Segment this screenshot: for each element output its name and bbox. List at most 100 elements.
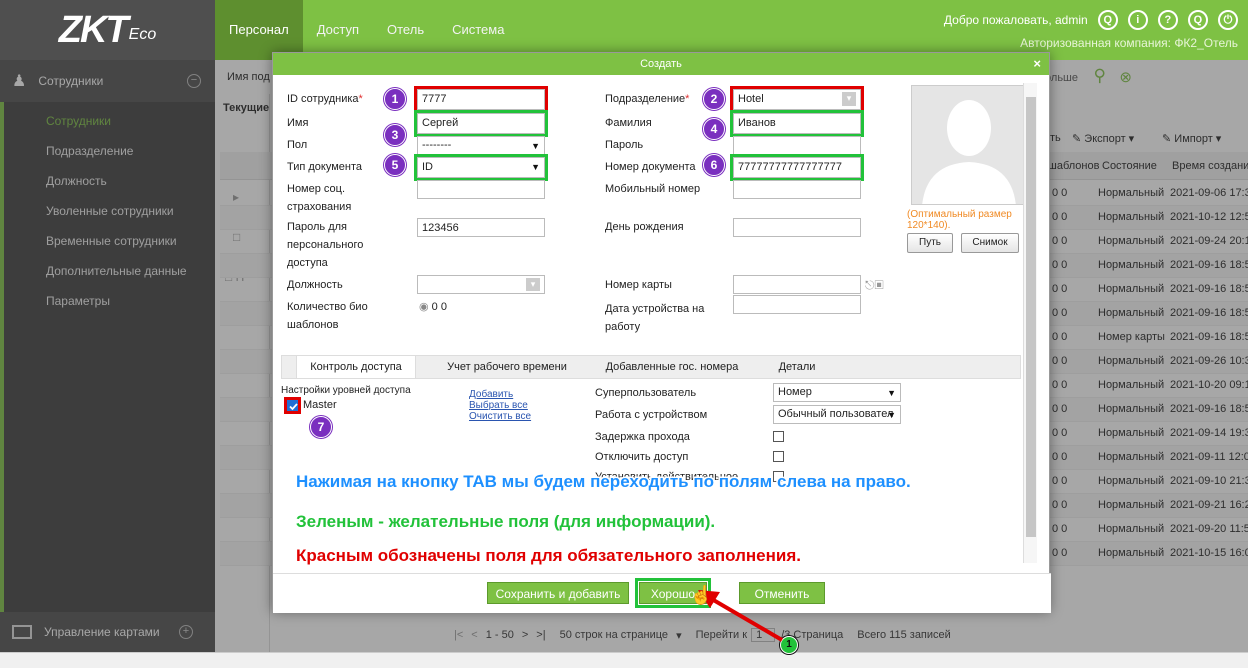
- tab-details[interactable]: Детали: [762, 356, 832, 378]
- device-role-label: Работа с устройством: [595, 409, 708, 421]
- disable-checkbox[interactable]: [773, 451, 784, 462]
- badge-5: 5: [384, 154, 406, 176]
- surname-label: Фамилия: [605, 117, 652, 129]
- ppass-label-3: доступа: [287, 257, 328, 269]
- document-type-select[interactable]: ID ▼: [414, 154, 548, 181]
- master-checkbox[interactable]: [284, 397, 301, 414]
- tab-plates[interactable]: Добавленные гос. номера: [592, 356, 752, 378]
- superuser-select[interactable]: Номер ▼: [773, 383, 901, 402]
- ppass-label-1: Пароль для: [287, 221, 348, 233]
- last-name-input[interactable]: Иванов: [730, 110, 864, 137]
- bio-label-1: Количество био: [287, 301, 368, 313]
- delay-checkbox[interactable]: [773, 431, 784, 442]
- nav-system[interactable]: Система: [438, 0, 518, 60]
- social-number-input[interactable]: [417, 180, 545, 199]
- chevron-down-icon: ▼: [887, 388, 896, 398]
- bio-label-2: шаблонов: [287, 319, 339, 331]
- department-select[interactable]: Hotel ▾: [730, 86, 864, 113]
- clear-all-link[interactable]: Очистить все: [469, 411, 531, 422]
- note-red-fields: Красным обозначены поля для обязательног…: [295, 545, 803, 567]
- badge-3: 3: [384, 124, 406, 146]
- id-label-text: ID сотрудника: [287, 93, 359, 105]
- nav-personnel[interactable]: Персонал: [215, 0, 303, 60]
- required-mark: *: [685, 93, 690, 105]
- badge-1: 1: [384, 88, 406, 110]
- password-input[interactable]: [733, 136, 861, 155]
- note-tab-order: Нажимая на кнопку TAB мы будем переходит…: [295, 471, 913, 493]
- photo-snapshot-button[interactable]: Снимок: [961, 233, 1019, 253]
- position-select[interactable]: ▾: [417, 275, 545, 294]
- fingerprint-icon: ◉: [419, 301, 429, 313]
- top-right: Добро пожаловать, admin Q i ? Q ⏻ Автори…: [944, 10, 1238, 50]
- select-all-link[interactable]: Выбрать все: [469, 400, 528, 411]
- chevron-down-icon: ▼: [887, 410, 896, 420]
- account-icon[interactable]: Q: [1187, 10, 1208, 30]
- master-label: Master: [303, 399, 337, 411]
- ppass-label-2: персонального: [287, 239, 364, 251]
- top-bar: ZKT Eco Персонал Доступ Отель Система До…: [0, 0, 1248, 60]
- id-label: ID сотрудника*: [287, 91, 363, 107]
- detail-tabs: Контроль доступа Учет рабочего времени Д…: [281, 355, 1021, 379]
- first-name-input[interactable]: Сергей: [414, 110, 548, 137]
- user-icon[interactable]: Q: [1097, 10, 1118, 30]
- mobile-label: Мобильный номер: [605, 183, 701, 195]
- device-role-select[interactable]: Обычный пользовател ▼: [773, 405, 901, 424]
- dialog-title-bar: Создать ×: [273, 53, 1049, 75]
- doc-number-label: Номер документа: [605, 161, 696, 173]
- dialog-scrollbar[interactable]: [1023, 83, 1037, 563]
- required-mark: *: [358, 93, 363, 105]
- access-levels-label: Настройки уровней доступа: [281, 385, 411, 396]
- help-icon[interactable]: ?: [1157, 10, 1178, 30]
- birthday-label: День рождения: [605, 221, 684, 233]
- employee-id-input[interactable]: 7777: [414, 86, 548, 113]
- disable-label: Отключить доступ: [595, 451, 689, 463]
- name-label: Имя: [287, 117, 309, 129]
- hire-date-input[interactable]: [733, 295, 861, 314]
- top-nav: Персонал Доступ Отель Система: [215, 0, 518, 60]
- photo-hint: (Оптимальный размер 120*140).: [907, 209, 1012, 231]
- badge-2: 2: [703, 88, 725, 110]
- photo-placeholder: [911, 85, 1025, 205]
- badge-6: 6: [703, 154, 725, 176]
- position-label: Должность: [287, 279, 343, 291]
- company-label: Авторизованная компания: ФК2_Отель: [1020, 36, 1238, 50]
- social-label-2: страхования: [287, 201, 352, 213]
- dialog-footer: Сохранить и добавить Хорошо Отменить: [273, 573, 1051, 613]
- birthday-input[interactable]: [733, 218, 861, 237]
- delay-label: Задержка прохода: [595, 431, 690, 443]
- department-value: Hotel: [738, 93, 764, 105]
- save-and-add-button[interactable]: Сохранить и добавить: [487, 582, 629, 604]
- gender-select[interactable]: -------- ▼: [417, 136, 545, 155]
- tab-time-attendance[interactable]: Учет рабочего времени: [432, 356, 582, 378]
- checkmark-icon: [289, 403, 298, 411]
- badge-7: 7: [310, 416, 332, 438]
- add-link[interactable]: Добавить: [469, 389, 513, 400]
- welcome-text: Добро пожаловать, admin: [943, 13, 1088, 27]
- personal-password-input[interactable]: 123456: [417, 218, 545, 237]
- nav-access[interactable]: Доступ: [303, 0, 373, 60]
- superuser-value: Номер: [778, 386, 812, 398]
- chevron-down-icon: ▼: [531, 162, 540, 172]
- card-number-input[interactable]: [733, 275, 861, 294]
- hand-cursor-icon: ☝: [689, 585, 713, 606]
- nav-hotel[interactable]: Отель: [373, 0, 438, 60]
- tab-access-control[interactable]: Контроль доступа: [296, 356, 416, 378]
- logo-sub: Eco: [128, 26, 157, 43]
- superuser-label: Суперпользователь: [595, 387, 697, 399]
- gender-value: --------: [422, 139, 452, 151]
- avatar-icon: [912, 86, 1024, 204]
- close-icon[interactable]: ×: [1033, 53, 1041, 75]
- power-icon[interactable]: ⏻: [1218, 10, 1238, 30]
- scroll-thumb[interactable]: [1026, 97, 1036, 537]
- info-icon[interactable]: i: [1127, 10, 1148, 30]
- chevron-down-icon: ▼: [531, 141, 540, 151]
- photo-path-button[interactable]: Путь: [907, 233, 953, 253]
- card-reader-icon[interactable]: ⎋▣: [865, 277, 884, 293]
- document-type-value: ID: [422, 161, 433, 173]
- social-label-1: Номер соц.: [287, 183, 346, 195]
- horizontal-scrollbar[interactable]: [0, 652, 1248, 668]
- dept-label-text: Подразделение: [605, 93, 686, 105]
- document-number-input[interactable]: 77777777777777777: [730, 154, 864, 181]
- mobile-input[interactable]: [733, 180, 861, 199]
- hire-label-1: Дата устройства на: [605, 303, 705, 315]
